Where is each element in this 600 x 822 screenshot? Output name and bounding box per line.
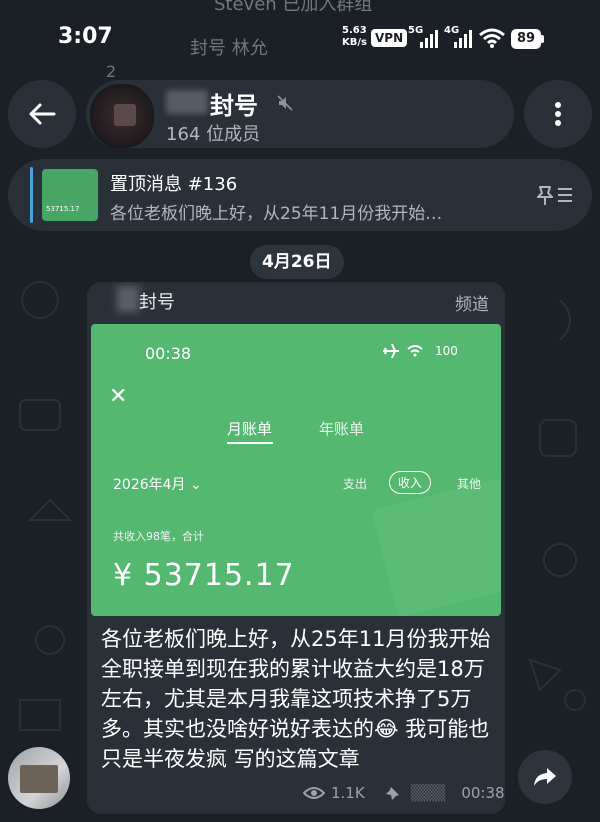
pinned-preview: 各位老板们晚上好，从25年11月份我开始… xyxy=(110,204,443,224)
close-icon: ✕ xyxy=(109,384,128,409)
status-time: 3:07 xyxy=(58,24,113,49)
channel-name: 封号 xyxy=(210,92,258,120)
eye-icon xyxy=(303,787,325,799)
wifi-icon xyxy=(479,28,505,48)
pinned-accent-line xyxy=(30,167,33,223)
pinned-thumbnail: 53715.17 xyxy=(42,169,98,221)
pin-list-icon[interactable] xyxy=(536,183,576,207)
share-button[interactable] xyxy=(518,750,572,804)
signal-bars-icon xyxy=(420,30,438,48)
pinned-message-bar[interactable]: 53715.17 置顶消息 #136 各位老板们晚上好，从25年11月份我开始… xyxy=(8,159,592,231)
image-tab-yearly: 年账单 xyxy=(319,420,365,438)
more-options-button[interactable] xyxy=(524,80,592,148)
image-amount: ¥ 53715.17 xyxy=(113,558,295,593)
battery-cap xyxy=(541,35,544,43)
chevron-down-icon: ⌄ xyxy=(190,477,202,493)
user-avatar[interactable] xyxy=(8,747,70,809)
arrow-left-icon xyxy=(29,103,56,125)
avatar-image xyxy=(20,765,58,793)
faded-background-number: 2 xyxy=(106,62,117,81)
faded-background-row: 封号 林允 xyxy=(190,38,268,59)
pinned-title: 置顶消息 #136 xyxy=(110,174,238,195)
image-tab-underline xyxy=(227,442,273,444)
pinned-thumb-amount: 53715.17 xyxy=(46,205,80,213)
battery-indicator: 89 xyxy=(511,29,541,49)
signal-bars-icon-2 xyxy=(454,30,472,48)
channel-tag: 频道 xyxy=(455,295,489,315)
member-count: 164 位成员 xyxy=(166,124,261,145)
blurred-sender-prefix xyxy=(117,286,139,312)
message-time: 00:38 xyxy=(461,784,505,802)
date-separator: 4月26日 xyxy=(250,245,344,279)
network-speed: 5.63 KB/s xyxy=(342,25,367,48)
image-status-icons: 100 xyxy=(383,344,462,358)
pin-icon xyxy=(385,787,399,800)
decorative-card xyxy=(371,476,501,616)
message-sender: 封号 xyxy=(139,292,175,313)
view-count: 1.1K xyxy=(331,784,365,802)
message-meta: 1.1K ▒▒▒ 00:38 xyxy=(303,784,505,802)
blurred-name-prefix xyxy=(166,90,208,114)
share-arrow-icon xyxy=(534,768,556,786)
message-text: 各位老板们晚上好，从25年11月份我开始全职接单到现在我的累计收益大约是18万左… xyxy=(101,627,491,771)
image-filter-other: 其他 xyxy=(457,477,482,491)
image-status-time: 00:38 xyxy=(145,344,192,363)
back-button[interactable] xyxy=(8,80,76,148)
vpn-badge: VPN xyxy=(371,29,408,47)
wifi-icon-small xyxy=(407,345,423,357)
faded-system-message: Steven 已加入群组 xyxy=(214,0,373,15)
airplane-icon xyxy=(383,344,399,358)
message-image[interactable]: 00:38 100 ✕ 月账单 年账单 2026年4月 ⌄ 支出 收入 其他 共… xyxy=(91,324,501,616)
image-summary: 共收入98笔，合计 xyxy=(113,530,204,543)
image-filter-income: 收入 xyxy=(389,471,432,494)
more-vertical-icon xyxy=(555,102,561,126)
status-bar: Steven 已加入群组 3:07 5.63 KB/s VPN 5G 4G 89 xyxy=(0,0,600,76)
image-battery: 100 xyxy=(435,344,458,358)
chat-header[interactable]: 封号 164 位成员 xyxy=(86,80,514,148)
image-month-selector: 2026年4月 ⌄ xyxy=(113,477,202,493)
image-tab-monthly: 月账单 xyxy=(227,420,273,438)
avatar-image xyxy=(114,104,136,126)
message-bubble[interactable]: 封号 频道 00:38 100 ✕ 月账单 年账单 2026年4月 ⌄ 支出 收… xyxy=(87,282,505,814)
channel-avatar[interactable] xyxy=(90,84,154,148)
image-filter-expense: 支出 xyxy=(343,477,368,491)
muted-icon xyxy=(277,95,293,111)
blurred-author: ▒▒▒ xyxy=(410,784,446,802)
